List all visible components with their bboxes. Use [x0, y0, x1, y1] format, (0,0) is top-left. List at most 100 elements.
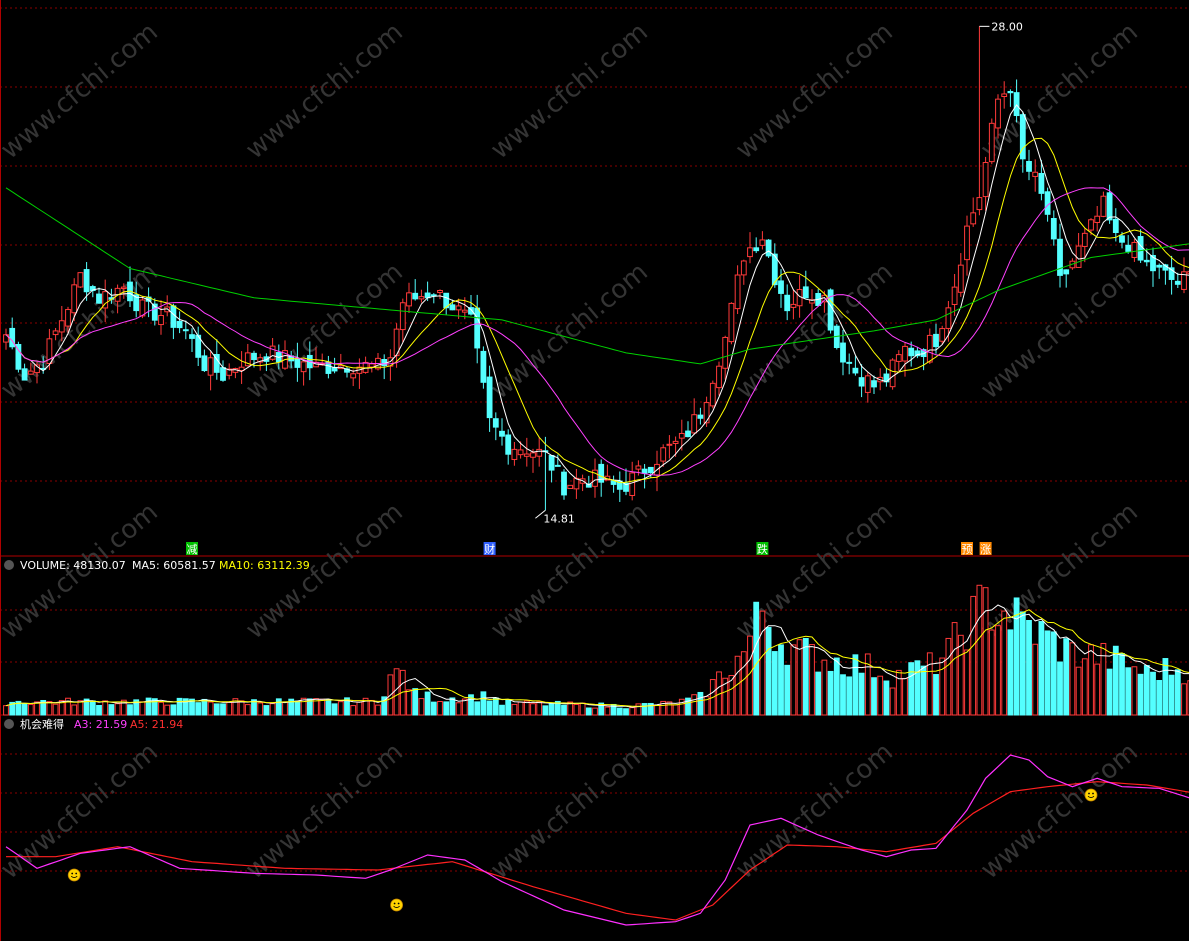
volume-bar: [356, 701, 363, 716]
volume-bar: [809, 644, 815, 716]
volume-bar: [499, 704, 505, 716]
candle-body: [207, 357, 214, 376]
candle-body: [530, 452, 536, 458]
volume-bar: [561, 704, 567, 716]
volume-bar: [654, 704, 660, 716]
candle-body: [189, 334, 195, 339]
watermark-text: www.cfchi.com: [0, 737, 164, 885]
candle-body: [294, 358, 301, 368]
volume-bar: [412, 688, 419, 716]
volume-bar: [951, 622, 958, 716]
volume-bar: [319, 698, 326, 716]
candle-body: [864, 375, 871, 393]
candle-body: [1013, 92, 1020, 117]
volume-title: VOLUME: 48130.07: [20, 559, 126, 572]
candle-body: [988, 122, 995, 163]
volume-bar: [846, 676, 853, 716]
volume-bar: [765, 626, 772, 716]
volume-bar: [127, 704, 133, 716]
candle-body: [691, 414, 698, 434]
volume-bar: [902, 678, 908, 716]
volume-bar: [294, 700, 301, 716]
volume-bar: [375, 704, 381, 716]
volume-bar: [970, 595, 977, 716]
candle-body: [647, 466, 654, 474]
volume-bar: [164, 704, 171, 716]
volume-ma10-label: MA10: 63112.39: [219, 559, 310, 572]
watermark-text: www.cfchi.com: [485, 257, 654, 405]
candle-body: [455, 305, 462, 311]
candle-body: [982, 162, 989, 198]
watermark-text: www.cfchi.com: [975, 17, 1144, 165]
volume-bar: [889, 687, 896, 716]
volume-bar: [474, 701, 481, 716]
volume-bar: [815, 671, 822, 716]
candle-body: [765, 239, 772, 257]
volume-bar: [604, 706, 611, 716]
candle-body: [21, 368, 28, 381]
signal-tag: 跌: [757, 542, 768, 556]
low-price-label: 14.81: [543, 512, 575, 525]
candle-body: [1007, 91, 1014, 94]
volume-bar: [623, 708, 629, 716]
volume-bar: [46, 701, 53, 716]
candle-body: [1044, 191, 1051, 215]
candle-body: [709, 382, 716, 407]
watermark-text: www.cfchi.com: [730, 737, 899, 885]
volume-bar: [114, 703, 121, 716]
signal-tag: 减: [187, 543, 198, 556]
smiley-icon: [1084, 788, 1098, 802]
candle-body: [517, 449, 524, 456]
candle-body: [406, 292, 412, 307]
volume-bar: [858, 672, 865, 716]
volume-bar: [790, 644, 797, 716]
volume-bar: [796, 639, 803, 716]
indicator-title: 机会难得: [20, 717, 64, 731]
volume-bar: [523, 700, 530, 716]
volume-bar: [616, 707, 623, 716]
candle-body: [1038, 172, 1045, 194]
signal-tag: 涨: [980, 543, 991, 556]
volume-bar: [195, 702, 202, 716]
volume-bar: [430, 701, 437, 716]
stock-chart: www.cfchi.com www.cfchi.com www.cfchi.com w…: [0, 0, 1189, 941]
volume-bar: [641, 703, 648, 716]
candle-body: [1026, 160, 1032, 172]
candle-body: [139, 299, 146, 317]
volume-bar: [821, 659, 828, 716]
volume-bar: [883, 680, 890, 716]
smiley-eye: [75, 872, 78, 875]
volume-bar: [486, 700, 493, 716]
candle-body: [753, 247, 760, 252]
candle-body: [65, 309, 71, 327]
candle-body: [1143, 259, 1150, 263]
candle-body: [1156, 264, 1163, 268]
candle-body: [399, 302, 406, 331]
candle-body: [1050, 218, 1057, 240]
indicator-a3-label: A3: 21.59: [74, 718, 127, 731]
candle-body: [430, 294, 437, 297]
candle-body: [964, 225, 970, 261]
volume-bar: [443, 701, 450, 716]
candle-body: [1100, 195, 1107, 217]
volume-bar: [778, 644, 784, 716]
volume-bar: [27, 704, 34, 716]
volume-bar: [213, 703, 220, 716]
candle-body: [220, 367, 226, 381]
candle-body: [902, 345, 908, 362]
indicator-collapse-icon[interactable]: [4, 719, 14, 729]
candle-body: [1001, 93, 1008, 97]
volume-bar: [77, 700, 84, 716]
volume-bar: [1131, 666, 1138, 716]
candle-body: [52, 330, 59, 336]
candle-body: [871, 380, 877, 388]
candle-body: [511, 448, 518, 460]
indicator-a5-label: A5: 21.94: [130, 718, 183, 731]
volume-bar: [406, 689, 412, 716]
volume-collapse-icon[interactable]: [4, 560, 14, 570]
volume-bar: [226, 701, 233, 716]
candle-body: [635, 465, 642, 470]
volume-bar: [300, 697, 307, 716]
candle-body: [641, 468, 648, 474]
watermark-text: www.cfchi.com: [975, 497, 1144, 645]
